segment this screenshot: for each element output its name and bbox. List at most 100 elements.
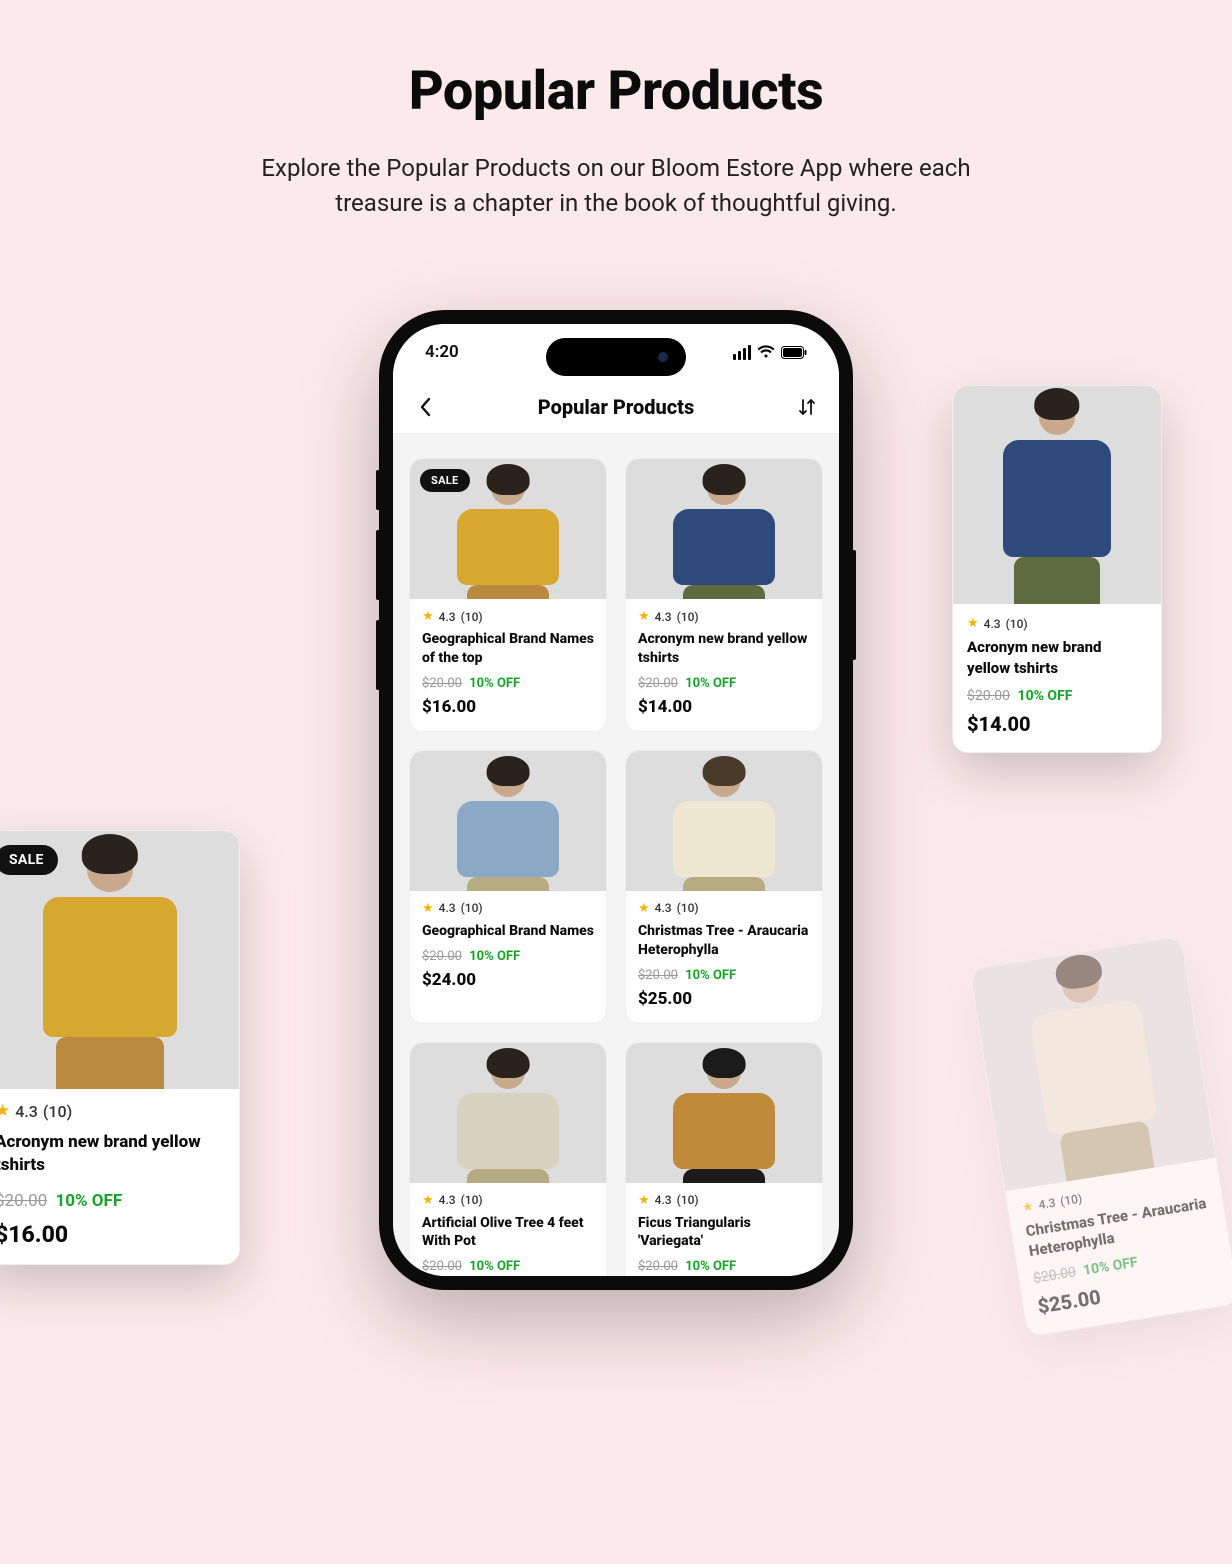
price-line: $20.00 10% OFF [638,968,810,983]
old-price: $20.00 [422,949,462,964]
navbar: Popular Products [393,380,839,434]
price-line: $20.00 10% OFF [967,688,1147,704]
product-image [410,751,606,891]
rating: ★ 4.3 (10) [422,1193,594,1208]
rating-count: (10) [677,1193,699,1207]
rating-value: 4.3 [655,901,672,915]
product-image [626,1043,822,1183]
product-card[interactable]: ★ 4.3 (10) Christmas Tree - Araucaria He… [625,750,823,1024]
star-icon: ★ [422,609,434,624]
product-card[interactable]: ★ 4.3 (10) Ficus Triangularis 'Variegata… [625,1042,823,1276]
hero: Popular Products Explore the Popular Pro… [0,0,1232,221]
float-card-left[interactable]: SALE ★ 4.3 (10) Acronym new brand yellow… [0,830,240,1265]
rating: ★ 4.3 (10) [422,901,594,916]
price-line: $20.00 10% OFF [0,1191,225,1211]
hero-subtitle: Explore the Popular Products on our Bloo… [226,151,1006,221]
rating-count: (10) [1006,617,1028,631]
product-name: Acronym new brand yellow tshirts [967,637,1147,678]
product-name: Acronym new brand yellow tshirts [638,630,810,668]
rating: ★ 4.3 (10) [638,609,810,624]
discount: 10% OFF [55,1191,122,1211]
rating-value: 4.3 [1038,1196,1057,1212]
discount: 10% OFF [685,968,736,983]
rating: ★ 4.3 (10) [422,609,594,624]
product-image: SALE [0,831,239,1089]
price: $24.00 [422,970,594,990]
battery-icon [781,346,807,359]
hero-title: Popular Products [0,60,1232,123]
product-card[interactable]: SALE ★ 4.3 (10) Geographical Brand Names… [409,458,607,732]
product-name: Ficus Triangularis 'Variegata' [638,1214,810,1252]
price-line: $20.00 10% OFF [422,1259,594,1274]
discount: 10% OFF [685,1259,736,1274]
rating-value: 4.3 [439,1193,456,1207]
price-line: $20.00 10% OFF [422,676,594,691]
old-price: $20.00 [422,676,462,691]
discount: 10% OFF [469,1259,520,1274]
product-name: Geographical Brand Names [422,922,594,941]
old-price: $20.00 [967,688,1010,704]
star-icon: ★ [638,901,650,916]
signal-icon [733,345,751,360]
discount: 10% OFF [685,676,736,691]
product-image [410,1043,606,1183]
status-icons [733,345,807,360]
product-name: Artificial Olive Tree 4 feet With Pot [422,1214,594,1252]
rating: ★ 4.3 (10) [638,901,810,916]
product-image [953,386,1161,604]
price: $16.00 [422,697,594,717]
price: $14.00 [638,697,810,717]
rating-count: (10) [461,610,483,624]
star-icon: ★ [638,609,650,624]
float-card-bottom-right[interactable]: ★ 4.3 (10) Christmas Tree - Araucaria He… [969,935,1232,1337]
price: $14.00 [967,712,1147,736]
product-image [626,459,822,599]
navbar-title: Popular Products [538,395,694,419]
rating-count: (10) [677,610,699,624]
status-time: 4:20 [425,342,459,362]
star-icon: ★ [0,1101,10,1121]
product-image [626,751,822,891]
old-price: $20.00 [1032,1264,1077,1287]
old-price: $20.00 [422,1259,462,1274]
price-line: $20.00 10% OFF [422,949,594,964]
phone-screen: 4:20 Popular Products SALE [393,324,839,1276]
product-name: Christmas Tree - Araucaria Heterophylla [638,922,810,960]
star-icon: ★ [967,616,979,631]
rating-value: 4.3 [655,1193,672,1207]
rating-count: (10) [43,1102,72,1121]
float-card-top-right[interactable]: ★ 4.3 (10) Acronym new brand yellow tshi… [952,385,1162,753]
old-price: $20.00 [0,1191,47,1211]
product-card[interactable]: ★ 4.3 (10) Geographical Brand Names $20.… [409,750,607,1024]
product-name: Geographical Brand Names of the top [422,630,594,668]
discount: 10% OFF [469,676,520,691]
rating-count: (10) [1059,1192,1083,1209]
product-card[interactable]: ★ 4.3 (10) Artificial Olive Tree 4 feet … [409,1042,607,1276]
star-icon: ★ [422,1193,434,1208]
back-button[interactable] [411,393,439,421]
notch [546,338,686,376]
product-grid[interactable]: SALE ★ 4.3 (10) Geographical Brand Names… [393,442,839,1276]
rating-value: 4.3 [15,1102,38,1121]
star-icon: ★ [422,901,434,916]
rating-value: 4.3 [439,901,456,915]
rating: ★ 4.3 (10) [0,1101,225,1121]
product-image [970,937,1215,1191]
old-price: $20.00 [638,676,678,691]
star-icon: ★ [638,1193,650,1208]
rating: ★ 4.3 (10) [638,1193,810,1208]
discount: 10% OFF [469,949,520,964]
price: $16.00 [0,1221,225,1248]
product-name: Acronym new brand yellow tshirts [0,1131,225,1177]
phone-frame: 4:20 Popular Products SALE [379,310,853,1290]
price-line: $20.00 10% OFF [638,676,810,691]
old-price: $20.00 [638,1259,678,1274]
product-image: SALE [410,459,606,599]
wifi-icon [757,345,775,359]
old-price: $20.00 [638,968,678,983]
rating: ★ 4.3 (10) [967,616,1147,631]
sort-button[interactable] [793,393,821,421]
product-card[interactable]: ★ 4.3 (10) Acronym new brand yellow tshi… [625,458,823,732]
discount: 10% OFF [1018,688,1073,704]
rating-count: (10) [461,901,483,915]
